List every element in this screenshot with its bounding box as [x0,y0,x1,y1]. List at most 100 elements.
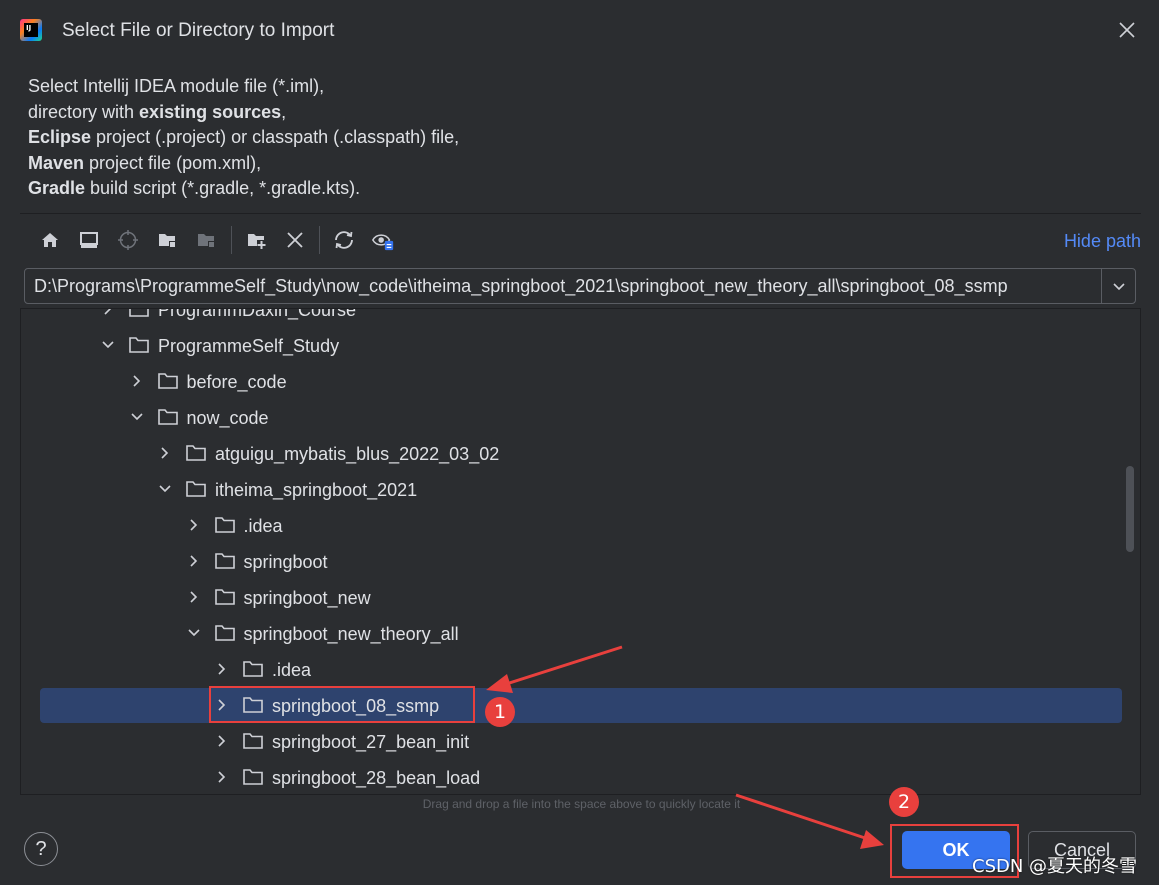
folder-icon [157,373,178,389]
chevron-right-icon[interactable] [130,374,144,388]
delete-icon [287,232,303,248]
tree-row[interactable]: springboot_08_ssmp [21,688,1140,724]
tree-row-label: ProgrammDaxin_Course [158,308,357,320]
dialog-title: Select File or Directory to Import [62,20,335,41]
tree-row[interactable]: itheima_springboot_2021 [21,472,1140,508]
folder-icon [129,337,149,353]
path-dropdown-button[interactable] [1101,269,1135,303]
tree-row-label: springboot_new_theory_all [243,624,459,644]
tree-row-label: springboot_28_bean_load [272,768,481,788]
chevron-down-icon[interactable] [101,338,115,352]
folder-icon [243,661,263,677]
tree-row-label: springboot_27_bean_init [272,732,470,752]
tree-row[interactable]: springboot_new [21,580,1140,616]
desktop-button[interactable] [77,228,101,252]
tree-row-label: itheima_springboot_2021 [215,480,418,500]
add-folder-icon [248,234,266,249]
file-tree[interactable]: ProgrammDaxin_Course ProgrammeSelf_Studyb… [20,308,1141,795]
desktop-icon [80,232,98,248]
project-folder-button[interactable] [155,228,179,252]
close-icon [1119,22,1135,38]
hide-path-link[interactable]: Hide path [1064,231,1141,252]
file-chooser-toolbar: Hide path [20,214,1141,266]
description-line-3: Eclipse project (.project) or classpath … [28,127,460,147]
new-folder-icon [159,234,176,248]
tree-row-label: before_code [186,372,287,392]
home-button[interactable] [38,228,62,252]
drag-drop-hint: Drag and drop a file into the space abov… [422,797,741,811]
tree-row[interactable]: ProgrammDaxin_Course [21,308,1140,328]
folder-icon [243,733,263,749]
folder-icon [186,481,206,497]
intellij-logo-icon: IJ [20,19,42,41]
folder-icon [157,409,178,425]
selection-highlight [40,688,1122,723]
folder-icon [214,625,235,641]
tree-row-label: atguigu_mybatis_blus_2022_03_02 [215,444,500,464]
folder-disabled-icon [198,234,215,248]
tree-row[interactable]: atguigu_mybatis_blus_2022_03_02 [21,436,1140,472]
tree-row[interactable]: .idea [21,652,1140,688]
folder-icon [129,309,149,317]
delete-button[interactable] [283,228,307,252]
path-combo-box[interactable]: D:\Programs\ProgrammeSelf_Study\now_code… [24,268,1136,304]
tree-row[interactable]: springboot [21,544,1140,580]
refresh-button[interactable] [332,228,356,252]
folder-icon [214,517,235,533]
tree-scrollbar[interactable] [1126,466,1134,552]
annotation-marker-1: 1 [485,697,515,727]
tree-row[interactable]: now_code [21,400,1140,436]
tree-row[interactable]: before_code [21,364,1140,400]
tree-row[interactable]: .idea [21,508,1140,544]
tree-row[interactable]: springboot_28_bean_load [21,760,1140,794]
toolbar-separator [319,226,320,254]
folder-icon [214,589,235,605]
chevron-right-icon[interactable] [215,662,229,676]
tree-row-label: springboot [243,552,328,572]
locate-icon [118,230,138,250]
chevron-right-icon[interactable] [215,770,229,784]
chevron-right-icon[interactable] [215,734,229,748]
folder-icon [214,553,235,569]
tree-row[interactable]: springboot_27_bean_init [21,724,1140,760]
import-description: Select Intellij IDEA module file (*.iml)… [28,74,459,202]
folder-icon [243,769,263,785]
title-bar: IJ Select File or Directory to Import [0,0,1159,62]
description-line-5: Gradle build script (*.gradle, *.gradle.… [28,178,361,198]
module-folder-button[interactable] [194,228,218,252]
close-button[interactable] [1115,18,1139,42]
folder-icon [186,445,206,461]
tree-row-label: springboot_new [243,588,371,608]
tree-row-label: ProgrammeSelf_Study [158,336,340,356]
description-line-4: Maven project file (pom.xml), [28,152,262,173]
description-line-1: Select Intellij IDEA module file (*.iml)… [28,76,325,96]
chevron-right-icon[interactable] [187,554,201,568]
chevron-down-icon[interactable] [187,626,201,640]
annotation-highlight-folder [209,686,475,723]
tree-row-label: .idea [243,516,283,536]
chevron-right-icon[interactable] [158,446,172,460]
locate-button[interactable] [116,228,140,252]
chevron-right-icon[interactable] [187,518,201,532]
description-line-2: directory with existing sources, [28,101,287,122]
chevron-down-icon [1112,283,1125,291]
show-hidden-icon [371,234,394,251]
tree-row-label: now_code [186,408,269,428]
csdn-watermark: CSDN @夏天的冬雪 [972,856,1138,877]
chevron-right-icon[interactable] [187,590,201,604]
tree-row[interactable]: ProgrammeSelf_Study [21,328,1140,364]
logo-text: IJ [24,23,38,37]
new-folder-button[interactable] [244,228,268,252]
tree-row[interactable]: springboot_new_theory_all [21,616,1140,652]
help-button[interactable]: ? [24,832,58,866]
path-input[interactable]: D:\Programs\ProgrammeSelf_Study\now_code… [34,276,1008,297]
tree-row-label: .idea [272,660,312,680]
annotation-marker-2: 2 [889,787,919,817]
show-hidden-files-button[interactable] [371,228,395,252]
chevron-down-icon[interactable] [130,410,144,424]
toolbar-separator [231,226,232,254]
refresh-icon [335,231,353,249]
chevron-right-icon[interactable] [101,308,115,316]
chevron-down-icon[interactable] [158,482,172,496]
home-icon [42,233,58,247]
